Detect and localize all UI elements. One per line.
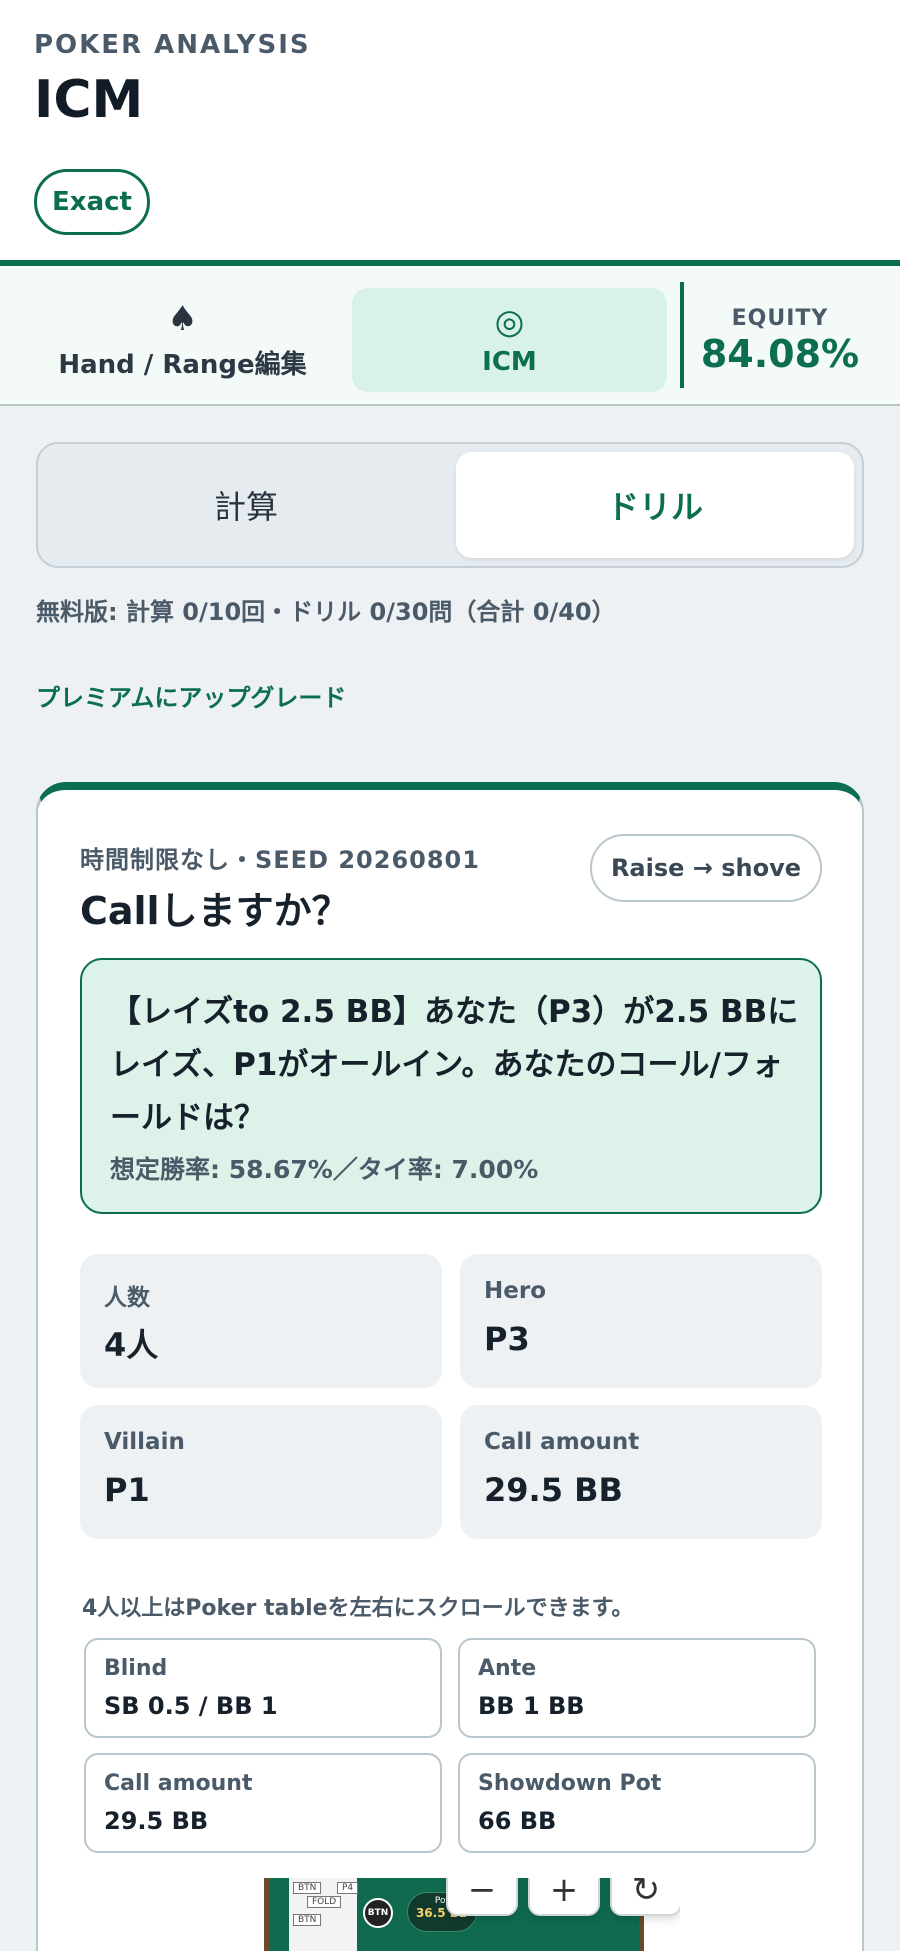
info-showdown-pot: Showdown Pot 66 BB: [458, 1753, 816, 1853]
scenario-odds: 想定勝率: 58.67%／タイ率: 7.00%: [110, 1155, 539, 1184]
drill-mode-button[interactable]: ドリル: [456, 452, 854, 558]
equity-label: EQUITY: [731, 306, 829, 331]
stat-label: Call amount: [484, 1429, 640, 1455]
info-ante: Ante BB 1 BB: [458, 1638, 816, 1738]
zoom-in-button[interactable]: +: [528, 1878, 600, 1916]
equity-divider: [680, 282, 684, 388]
info-value: BB 1 BB: [478, 1692, 585, 1720]
reset-view-button[interactable]: ↻: [610, 1878, 680, 1916]
app-eyebrow: POKER ANALYSIS: [34, 30, 311, 60]
tab-icm-label: ICM: [482, 347, 537, 377]
info-value: 66 BB: [478, 1807, 557, 1835]
zoom-out-button[interactable]: −: [446, 1878, 518, 1916]
poker-table-preview[interactable]: BTN P4 FOLD BTN BTN Pot 36.5 BB − + ↻: [260, 1878, 680, 1951]
stat-hero: Hero P3: [460, 1254, 822, 1388]
stat-value: P1: [104, 1471, 150, 1509]
seat-tag: FOLD: [307, 1896, 342, 1908]
info-label: Ante: [478, 1656, 537, 1681]
stat-label: Villain: [104, 1429, 185, 1455]
tab-hand-range[interactable]: ♠ Hand / Range編集: [30, 288, 335, 392]
dealer-button: BTN: [363, 1898, 393, 1928]
upgrade-link[interactable]: プレミアムにアップグレード: [36, 678, 346, 713]
stat-players: 人数 4人: [80, 1254, 442, 1388]
tab-hand-range-label: Hand / Range編集: [58, 349, 307, 380]
scenario-box: 【レイズto 2.5 BB】あなた（P3）が2.5 BBにレイズ、P1がオールイ…: [80, 958, 822, 1214]
stat-villain: Villain P1: [80, 1405, 442, 1539]
calc-mode-button[interactable]: 計算: [46, 452, 446, 558]
info-value: 29.5 BB: [104, 1807, 209, 1835]
table-zoom-controls: − + ↻: [446, 1878, 680, 1922]
app-header: POKER ANALYSIS ICM Exact: [0, 0, 900, 262]
stat-call-amount: Call amount 29.5 BB: [460, 1405, 822, 1539]
mode-segmented-control: 計算 ドリル: [36, 442, 864, 568]
equity-value: 84.08%: [700, 332, 860, 376]
info-label: Blind: [104, 1656, 168, 1681]
stat-value: P3: [484, 1320, 530, 1358]
info-call-amount: Call amount 29.5 BB: [84, 1753, 442, 1853]
stat-label: Hero: [484, 1278, 546, 1304]
seat-tag: BTN: [293, 1914, 322, 1926]
drill-meta: 時間制限なし・SEED 20260801: [80, 846, 480, 874]
stat-value: 4人: [104, 1326, 159, 1364]
seat-panel: BTN P4 FOLD BTN: [289, 1878, 359, 1951]
main-tab-bar: ♠ Hand / Range編集 ◎ ICM EQUITY 84.08%: [0, 260, 900, 406]
info-value: SB 0.5 / BB 1: [104, 1692, 278, 1720]
target-icon: ◎: [494, 302, 525, 342]
seat-tag: BTN: [293, 1882, 322, 1894]
drill-card: 時間制限なし・SEED 20260801 Callしますか？ Raise → s…: [36, 782, 864, 1951]
exact-mode-badge[interactable]: Exact: [34, 169, 150, 235]
usage-counter: 無料版: 計算 0/10回・ドリル 0/30問（合計 0/40）: [36, 598, 616, 626]
info-label: Call amount: [104, 1771, 253, 1796]
spade-icon: ♠: [167, 298, 198, 339]
scenario-text: 【レイズto 2.5 BB】あなた（P3）が2.5 BBにレイズ、P1がオールイ…: [110, 994, 799, 1136]
action-type-badge: Raise → shove: [590, 834, 822, 902]
drill-question: Callしますか？: [80, 889, 350, 933]
stat-label: 人数: [104, 1285, 150, 1311]
page-title: ICM: [34, 70, 144, 130]
info-blind: Blind SB 0.5 / BB 1: [84, 1638, 442, 1738]
table-scroll-hint: 4人以上はPoker tableを左右にスクロールできます。: [82, 1596, 634, 1621]
info-label: Showdown Pot: [478, 1771, 662, 1796]
seat-tag: P4: [337, 1882, 359, 1894]
stat-value: 29.5 BB: [484, 1471, 623, 1509]
tab-icm[interactable]: ◎ ICM: [352, 288, 667, 392]
